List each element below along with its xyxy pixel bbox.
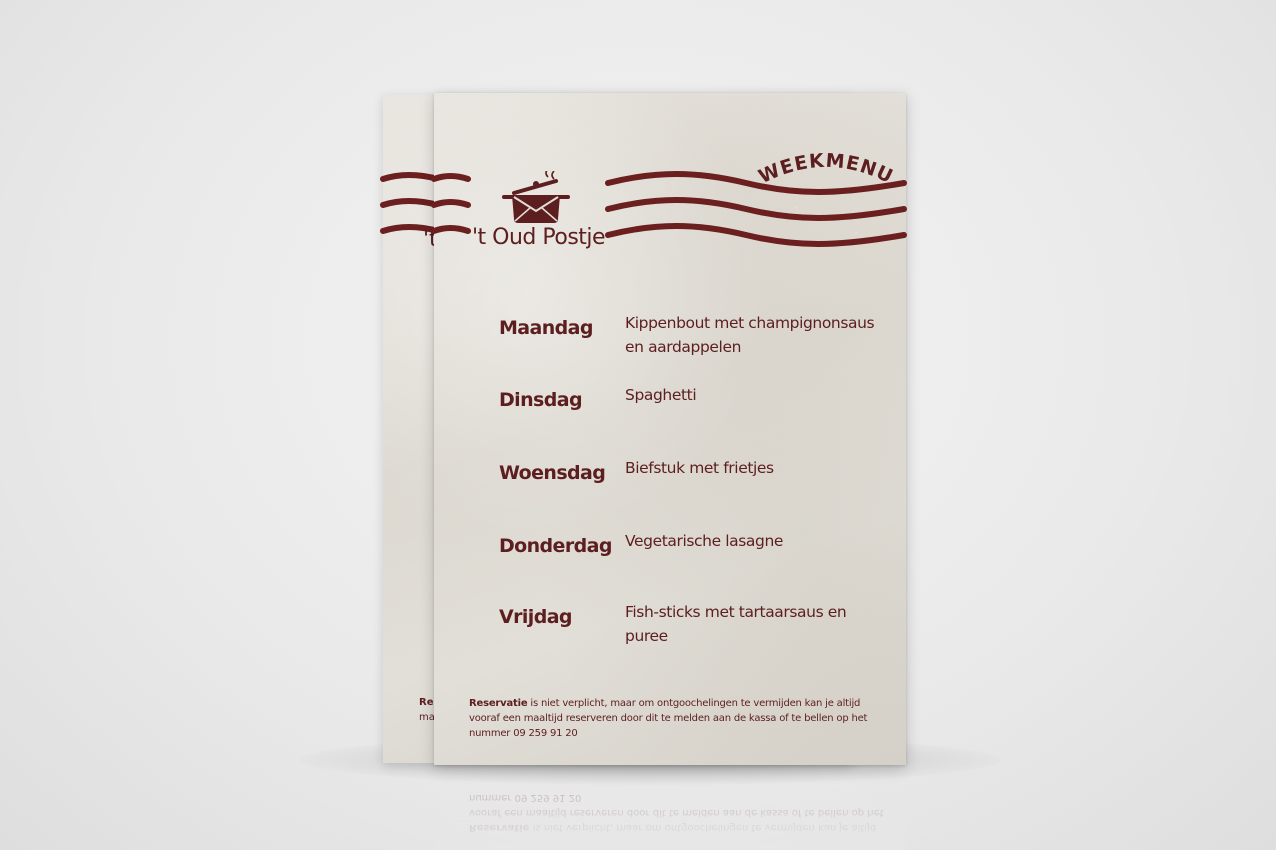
menu-dish: Biefstuk met frietjes <box>625 459 774 477</box>
menu-dish: Kippenbout met champignonsaus en aardapp… <box>625 314 875 356</box>
menu-day: Vrijdag <box>499 606 573 628</box>
menu-day: Maandag <box>499 317 594 339</box>
brand-name: 't Oud Postje <box>472 225 606 250</box>
floor-reflection: Reservatie is niet verplicht, maar om on… <box>434 790 906 850</box>
reflection-fade <box>434 790 906 850</box>
menu-dish: Vegetarische lasagne <box>625 532 784 550</box>
menu-day: Dinsdag <box>499 389 583 411</box>
reservation-note: Reservatie is niet verplicht, maar om on… <box>469 696 889 741</box>
cooking-pot-envelope-icon <box>502 171 570 223</box>
weekmenu-text: WEEKMENU <box>755 150 895 189</box>
weekmenu-heading: WEEKMENU <box>755 150 896 189</box>
menu-dish: Fish-sticks met tartaarsaus en puree <box>625 603 847 645</box>
menu-day: Donderdag <box>499 535 612 557</box>
menu-day: Woensdag <box>499 462 606 484</box>
flyer-front-sheet: WEEKMENU 't Oud Postje Maandag Kippenbou… <box>431 93 907 765</box>
postmark-waves-left <box>431 173 471 234</box>
reservation-text: is niet verplicht, maar om ontgoocheling… <box>469 698 868 739</box>
reservation-lead: Reservatie <box>469 698 528 709</box>
menu-dish: Spaghetti <box>625 386 697 404</box>
svg-text:WEEKMENU: WEEKMENU <box>755 150 896 189</box>
